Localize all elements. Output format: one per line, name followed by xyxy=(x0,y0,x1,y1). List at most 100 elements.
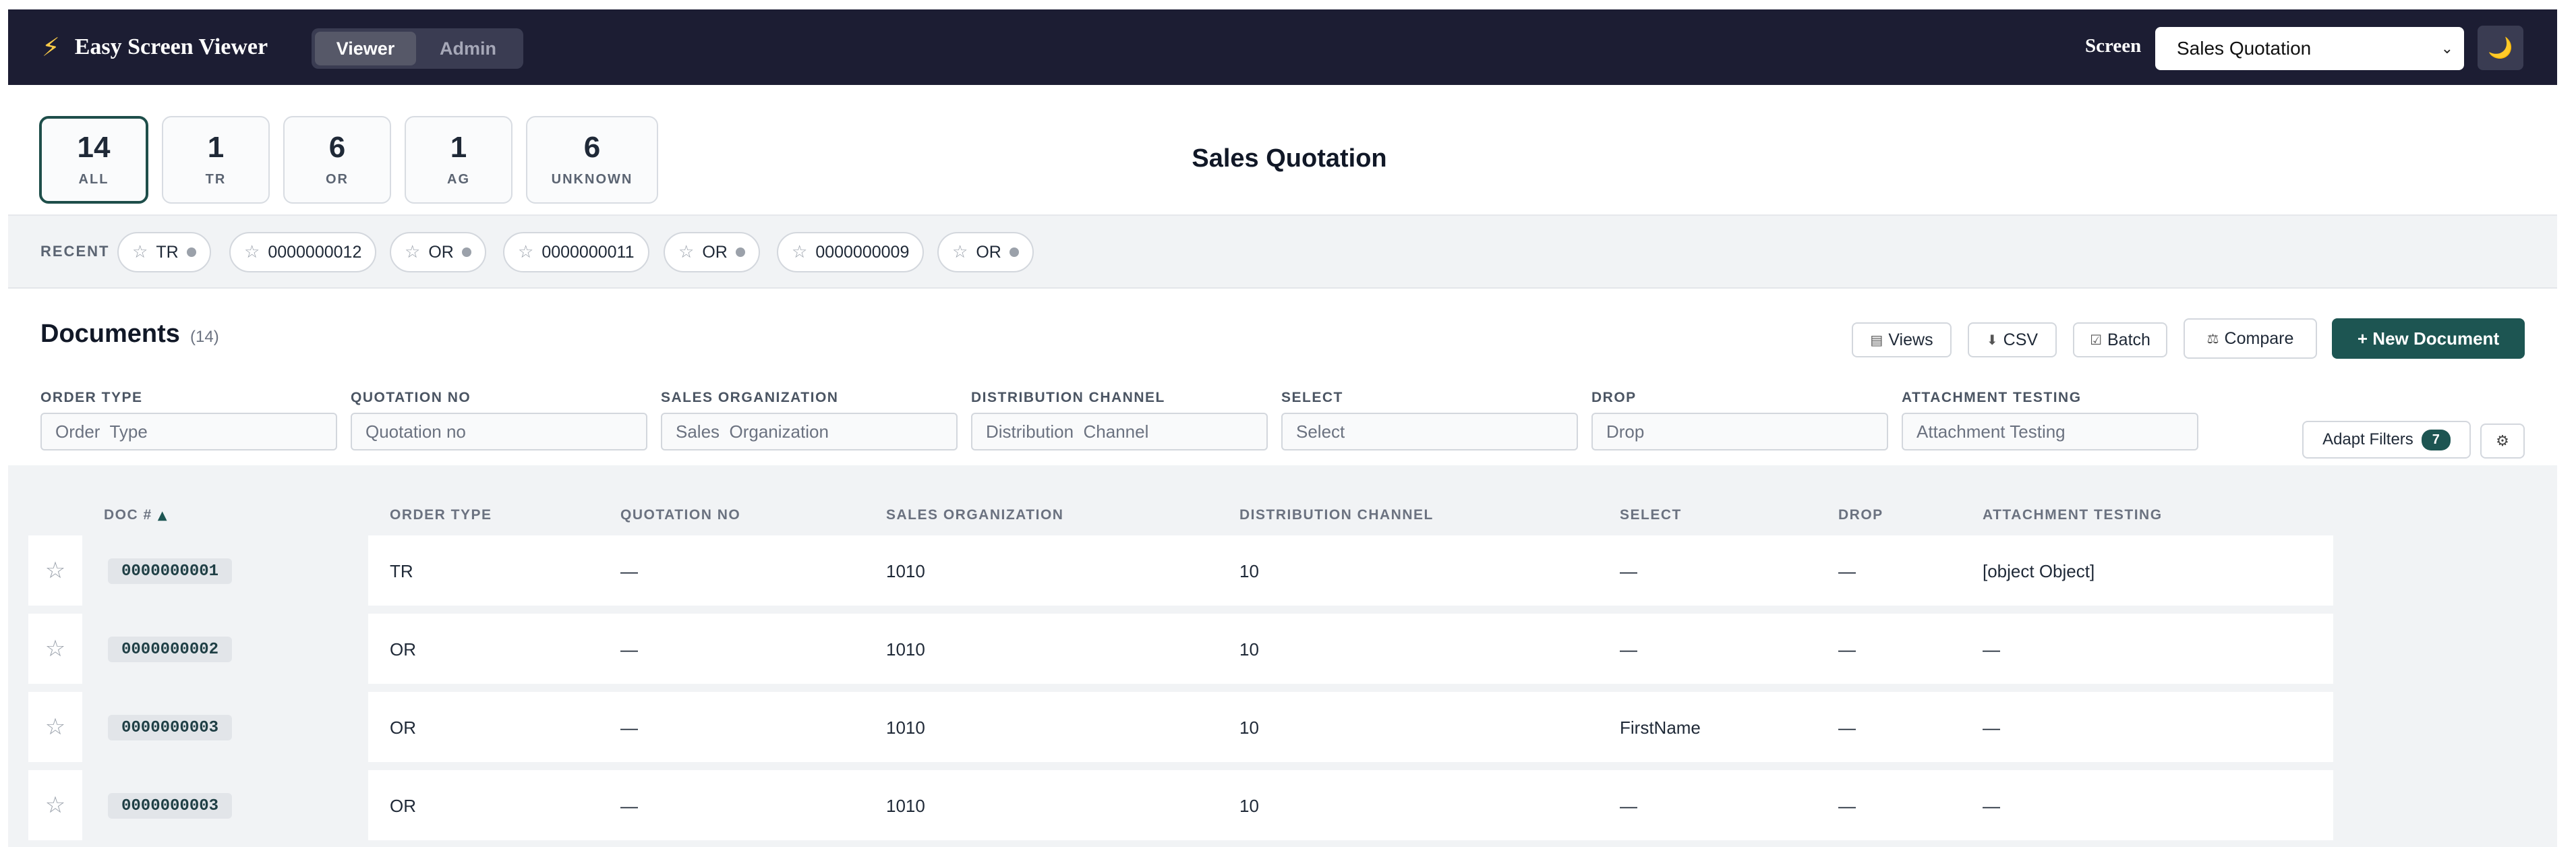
recent-chip[interactable]: ☆ OR xyxy=(937,232,1034,272)
column-header-select[interactable]: SELECT xyxy=(1620,507,1682,523)
sort-asc-icon: ▲ xyxy=(157,508,169,523)
status-dot xyxy=(1009,247,1019,257)
recent-chip[interactable]: ☆ 0000000012 xyxy=(229,232,377,272)
star-icon[interactable]: ☆ xyxy=(28,535,82,606)
column-header-distribution-channel[interactable]: DISTRIBUTION CHANNEL xyxy=(1239,507,1434,523)
table-row[interactable]: ☆ 0000000003 OR — 1010 10 — — — xyxy=(28,770,2333,840)
column-header-attachment-testing[interactable]: ATTACHMENT TESTING xyxy=(1983,507,2163,523)
doc-number-badge[interactable]: 0000000001 xyxy=(108,558,233,584)
stat-card-unknown[interactable]: 6 UNKNOWN xyxy=(526,116,658,204)
moon-icon: 🌙 xyxy=(2488,36,2513,60)
star-icon[interactable]: ☆ xyxy=(792,242,807,262)
doc-cell: 0000000003 xyxy=(84,770,367,840)
cell-quotation-no: — xyxy=(620,561,638,581)
recent-chip[interactable]: ☆ OR xyxy=(390,232,486,272)
distribution-channel-input[interactable] xyxy=(971,413,1268,450)
admin-mode-button[interactable]: Admin xyxy=(419,32,517,65)
row-cells: OR — 1010 10 FirstName — — xyxy=(368,692,2333,762)
column-header-label: DOC # xyxy=(104,507,152,523)
stats-bar: 14 ALL 1 TR 6 OR 1 AG 6 UNKNOWN Sales Qu… xyxy=(8,85,2557,216)
stat-card-tr[interactable]: 1 TR xyxy=(162,116,270,204)
filter-label: SALES ORGANIZATION xyxy=(661,390,839,405)
cell-order-type: TR xyxy=(390,561,413,581)
filter-select: SELECT xyxy=(1281,390,1578,450)
batch-button[interactable]: ☑ Batch xyxy=(2073,322,2167,357)
recent-chip-label: 0000000011 xyxy=(541,242,635,262)
stat-count: 1 xyxy=(450,130,467,164)
drop-input[interactable] xyxy=(1591,413,1888,450)
theme-toggle-button[interactable]: 🌙 xyxy=(2478,26,2523,70)
stat-label: ALL xyxy=(78,171,109,187)
cell-drop: — xyxy=(1838,718,1856,738)
column-header-doc[interactable]: DOC # ▲ xyxy=(104,507,168,523)
stat-label: OR xyxy=(326,171,349,187)
screen-select[interactable]: Sales Quotation ⌄ xyxy=(2155,27,2464,70)
select-input[interactable] xyxy=(1281,413,1578,450)
documents-title: Documents xyxy=(40,320,180,348)
gear-icon: ⚙ xyxy=(2496,432,2509,450)
star-icon[interactable]: ☆ xyxy=(28,614,82,684)
recent-chip[interactable]: ☆ 0000000009 xyxy=(777,232,925,272)
cell-sales-organization: 1010 xyxy=(886,718,925,738)
filter-quotation-no: QUOTATION NO xyxy=(351,390,647,450)
doc-number-badge[interactable]: 0000000003 xyxy=(108,793,233,819)
star-icon[interactable]: ☆ xyxy=(28,692,82,762)
star-icon[interactable]: ☆ xyxy=(678,242,694,262)
app-frame: ⚡ Easy Screen Viewer Viewer Admin Screen… xyxy=(8,9,2557,847)
screen-label: Screen xyxy=(2085,35,2142,57)
star-icon[interactable]: ☆ xyxy=(132,242,148,262)
compare-button[interactable]: ⚖ Compare xyxy=(2184,318,2317,359)
documents-table: DOC # ▲ ORDER TYPE QUOTATION NO SALES ORG… xyxy=(8,465,2557,847)
cell-distribution-channel: 10 xyxy=(1239,639,1259,660)
order-type-input[interactable] xyxy=(40,413,337,450)
stat-label: UNKNOWN xyxy=(551,171,633,187)
recent-chip-label: 0000000012 xyxy=(268,242,362,262)
table-row[interactable]: ☆ 0000000001 TR — 1010 10 — — [object Ob… xyxy=(28,535,2333,606)
recent-chip[interactable]: ☆ OR xyxy=(664,232,760,272)
column-header-sales-organization[interactable]: SALES ORGANIZATION xyxy=(886,507,1063,523)
status-dot xyxy=(186,247,196,257)
filter-label: DISTRIBUTION CHANNEL xyxy=(971,390,1165,405)
attachment-testing-input[interactable] xyxy=(1902,413,2198,450)
views-button[interactable]: ▤ Views xyxy=(1852,322,1952,357)
star-icon[interactable]: ☆ xyxy=(28,770,82,840)
cell-distribution-channel: 10 xyxy=(1239,796,1259,816)
doc-number-badge[interactable]: 0000000002 xyxy=(108,637,233,662)
filter-order-type: ORDER TYPE xyxy=(40,390,337,450)
recent-chip-label: OR xyxy=(702,242,728,262)
quotation-no-input[interactable] xyxy=(351,413,647,450)
column-header-order-type[interactable]: ORDER TYPE xyxy=(390,507,492,523)
new-document-button[interactable]: + New Document xyxy=(2332,318,2525,359)
page-title: Sales Quotation xyxy=(1192,144,1387,173)
stat-card-ag[interactable]: 1 AG xyxy=(405,116,513,204)
sales-organization-input[interactable] xyxy=(661,413,958,450)
recent-chip-label: OR xyxy=(976,242,1001,262)
cell-select: FirstName xyxy=(1620,718,1701,738)
column-header-quotation-no[interactable]: QUOTATION NO xyxy=(620,507,740,523)
table-row[interactable]: ☆ 0000000002 OR — 1010 10 — — — xyxy=(28,614,2333,684)
cell-order-type: OR xyxy=(390,639,416,660)
cell-order-type: OR xyxy=(390,718,416,738)
csv-button[interactable]: ⬇ CSV xyxy=(1968,322,2057,357)
cell-distribution-channel: 10 xyxy=(1239,561,1259,581)
documents-count: (14) xyxy=(190,328,219,346)
filter-label: QUOTATION NO xyxy=(351,390,471,405)
doc-number-badge[interactable]: 0000000003 xyxy=(108,715,233,740)
table-row[interactable]: ☆ 0000000003 OR — 1010 10 FirstName — — xyxy=(28,692,2333,762)
stat-card-all[interactable]: 14 ALL xyxy=(39,116,148,204)
viewer-mode-button[interactable]: Viewer xyxy=(315,32,416,65)
app-title: Easy Screen Viewer xyxy=(74,34,268,59)
star-icon[interactable]: ☆ xyxy=(952,242,968,262)
stat-card-or[interactable]: 6 OR xyxy=(283,116,391,204)
cell-quotation-no: — xyxy=(620,718,638,738)
star-icon[interactable]: ☆ xyxy=(244,242,260,262)
recent-chip[interactable]: ☆ 0000000011 xyxy=(503,232,649,272)
filter-settings-button[interactable]: ⚙ xyxy=(2480,424,2525,459)
recent-chip[interactable]: ☆ TR xyxy=(117,232,211,272)
star-icon[interactable]: ☆ xyxy=(518,242,533,262)
column-header-drop[interactable]: DROP xyxy=(1838,507,1883,523)
doc-cell: 0000000001 xyxy=(84,535,367,606)
adapt-filters-button[interactable]: Adapt Filters 7 xyxy=(2302,421,2471,459)
star-icon[interactable]: ☆ xyxy=(405,242,420,262)
doc-cell: 0000000002 xyxy=(84,614,367,684)
